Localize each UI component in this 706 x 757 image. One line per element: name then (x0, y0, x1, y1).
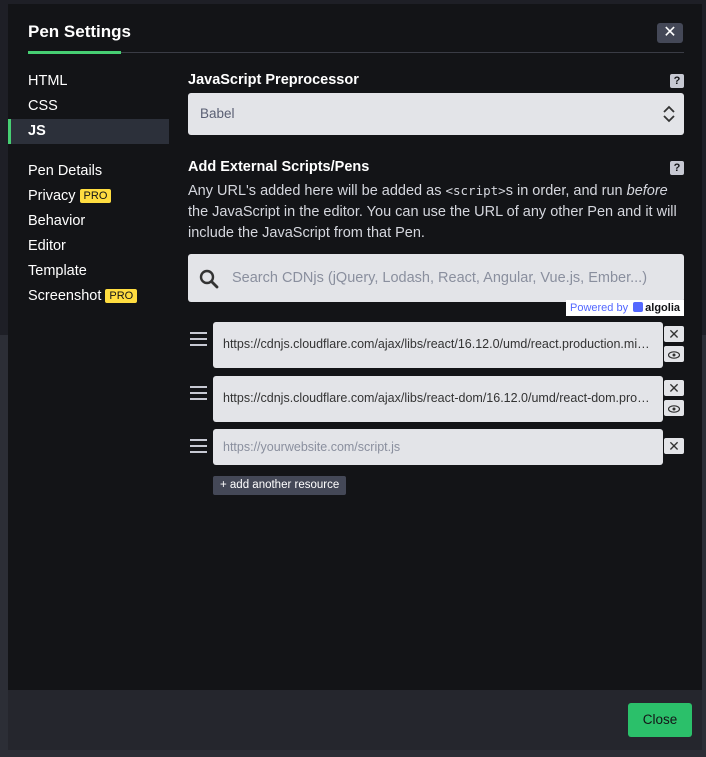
pro-badge: PRO (79, 189, 112, 203)
search-input[interactable] (232, 254, 672, 302)
resource-row: https://yourwebsite.com/script.js ✕ (188, 429, 684, 465)
eye-icon[interactable] (664, 346, 684, 362)
pro-badge: PRO (105, 289, 138, 303)
nav-item-label: Pen Details (28, 163, 103, 179)
help-icon[interactable]: ? (670, 74, 684, 88)
preprocessor-select[interactable]: Babel (188, 93, 684, 135)
eye-icon[interactable] (664, 400, 684, 416)
nav-item-behavior[interactable]: Behavior (8, 209, 169, 234)
remove-resource-icon[interactable]: ✕ (664, 438, 684, 454)
remove-resource-icon[interactable]: ✕ (664, 326, 684, 342)
nav-item-label: JS (28, 123, 46, 139)
new-resource-input[interactable]: https://yourwebsite.com/script.js (213, 429, 663, 465)
settings-nav: HTML CSS JS Pen Details Privacy PRO Behav… (8, 69, 169, 309)
dialog-title: Pen Settings (28, 22, 131, 41)
resource-row: https://cdnjs.cloudflare.com/ajax/libs/r… (188, 376, 684, 422)
title-underline (28, 51, 121, 54)
search-icon (199, 269, 219, 289)
external-scripts-description: Any URL's added here will be added as <s… (188, 183, 677, 241)
nav-item-html[interactable]: HTML (8, 69, 169, 94)
remove-resource-icon[interactable]: ✕ (664, 380, 684, 396)
title-divider (121, 52, 684, 53)
preprocessor-label: JavaScript Preprocessor (188, 72, 359, 88)
add-resource-button[interactable]: + add another resource (213, 476, 347, 495)
nav-item-label: CSS (28, 98, 58, 114)
nav-item-label: Editor (28, 238, 66, 254)
nav-item-editor[interactable]: Editor (8, 234, 169, 259)
nav-item-label: HTML (28, 73, 68, 89)
resource-url-input[interactable]: https://cdnjs.cloudflare.com/ajax/libs/r… (213, 322, 663, 368)
nav-item-label: Screenshot (28, 288, 102, 304)
drag-handle-icon[interactable] (190, 439, 207, 457)
drag-handle-icon[interactable] (190, 386, 207, 404)
help-icon[interactable]: ? (670, 161, 684, 175)
nav-item-css[interactable]: CSS (8, 94, 169, 119)
nav-item-template[interactable]: Template (8, 259, 169, 284)
close-button[interactable]: Close (628, 703, 692, 737)
nav-item-label: Template (28, 263, 87, 279)
resource-row: https://cdnjs.cloudflare.com/ajax/libs/r… (188, 322, 684, 368)
external-scripts-label: Add External Scripts/Pens (188, 159, 370, 175)
algolia-icon (633, 302, 644, 312)
nav-item-js[interactable]: JS (8, 119, 169, 144)
resource-url-input[interactable]: https://cdnjs.cloudflare.com/ajax/libs/r… (213, 376, 663, 422)
nav-item-screenshot[interactable]: Screenshot PRO (8, 284, 169, 309)
modal-footer (8, 690, 702, 750)
close-icon[interactable]: ✕ (657, 23, 683, 43)
nav-item-label: Behavior (28, 213, 86, 229)
nav-item-label: Privacy (28, 188, 76, 204)
nav-item-pen-details[interactable]: Pen Details (8, 159, 169, 184)
algolia-attribution[interactable]: Powered by algolia (566, 300, 684, 316)
drag-handle-icon[interactable] (190, 332, 207, 350)
nav-item-privacy[interactable]: Privacy PRO (8, 184, 169, 209)
select-chevron-icon (663, 105, 675, 123)
cdnjs-search (188, 254, 684, 302)
preprocessor-value: Babel (200, 106, 235, 121)
